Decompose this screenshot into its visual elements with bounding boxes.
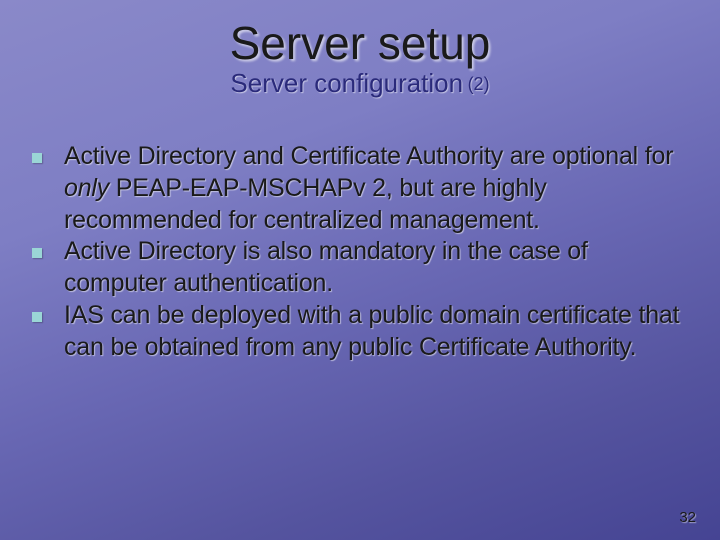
list-item-text: Active Directory is also mandatory in th… <box>64 236 690 300</box>
slide-subtitle-number: (2) <box>468 74 490 94</box>
text-pre: Active Directory is also mandatory in th… <box>64 237 588 297</box>
slide: Server setup Server configuration (2) Ac… <box>0 0 720 540</box>
list-item: Active Directory is also mandatory in th… <box>32 236 690 300</box>
text-post: PEAP-EAP-MSCHAPv 2, but are highly recom… <box>64 174 547 234</box>
slide-title: Server setup <box>28 16 692 70</box>
square-bullet-icon <box>32 312 42 322</box>
square-bullet-icon <box>32 153 42 163</box>
square-bullet-icon <box>32 248 42 258</box>
list-item: Active Directory and Certificate Authori… <box>32 141 690 236</box>
list-item: IAS can be deployed with a public domain… <box>32 300 690 364</box>
list-item-text: IAS can be deployed with a public domain… <box>64 300 690 364</box>
text-pre: IAS can be deployed with a public domain… <box>64 301 679 361</box>
page-number: 32 <box>679 509 696 526</box>
slide-subtitle-row: Server configuration (2) <box>28 68 692 99</box>
slide-content: Active Directory and Certificate Authori… <box>28 141 692 363</box>
text-em: only <box>64 174 109 202</box>
text-pre: Active Directory and Certificate Authori… <box>64 142 673 170</box>
list-item-text: Active Directory and Certificate Authori… <box>64 141 690 236</box>
slide-subtitle: Server configuration <box>230 68 463 98</box>
